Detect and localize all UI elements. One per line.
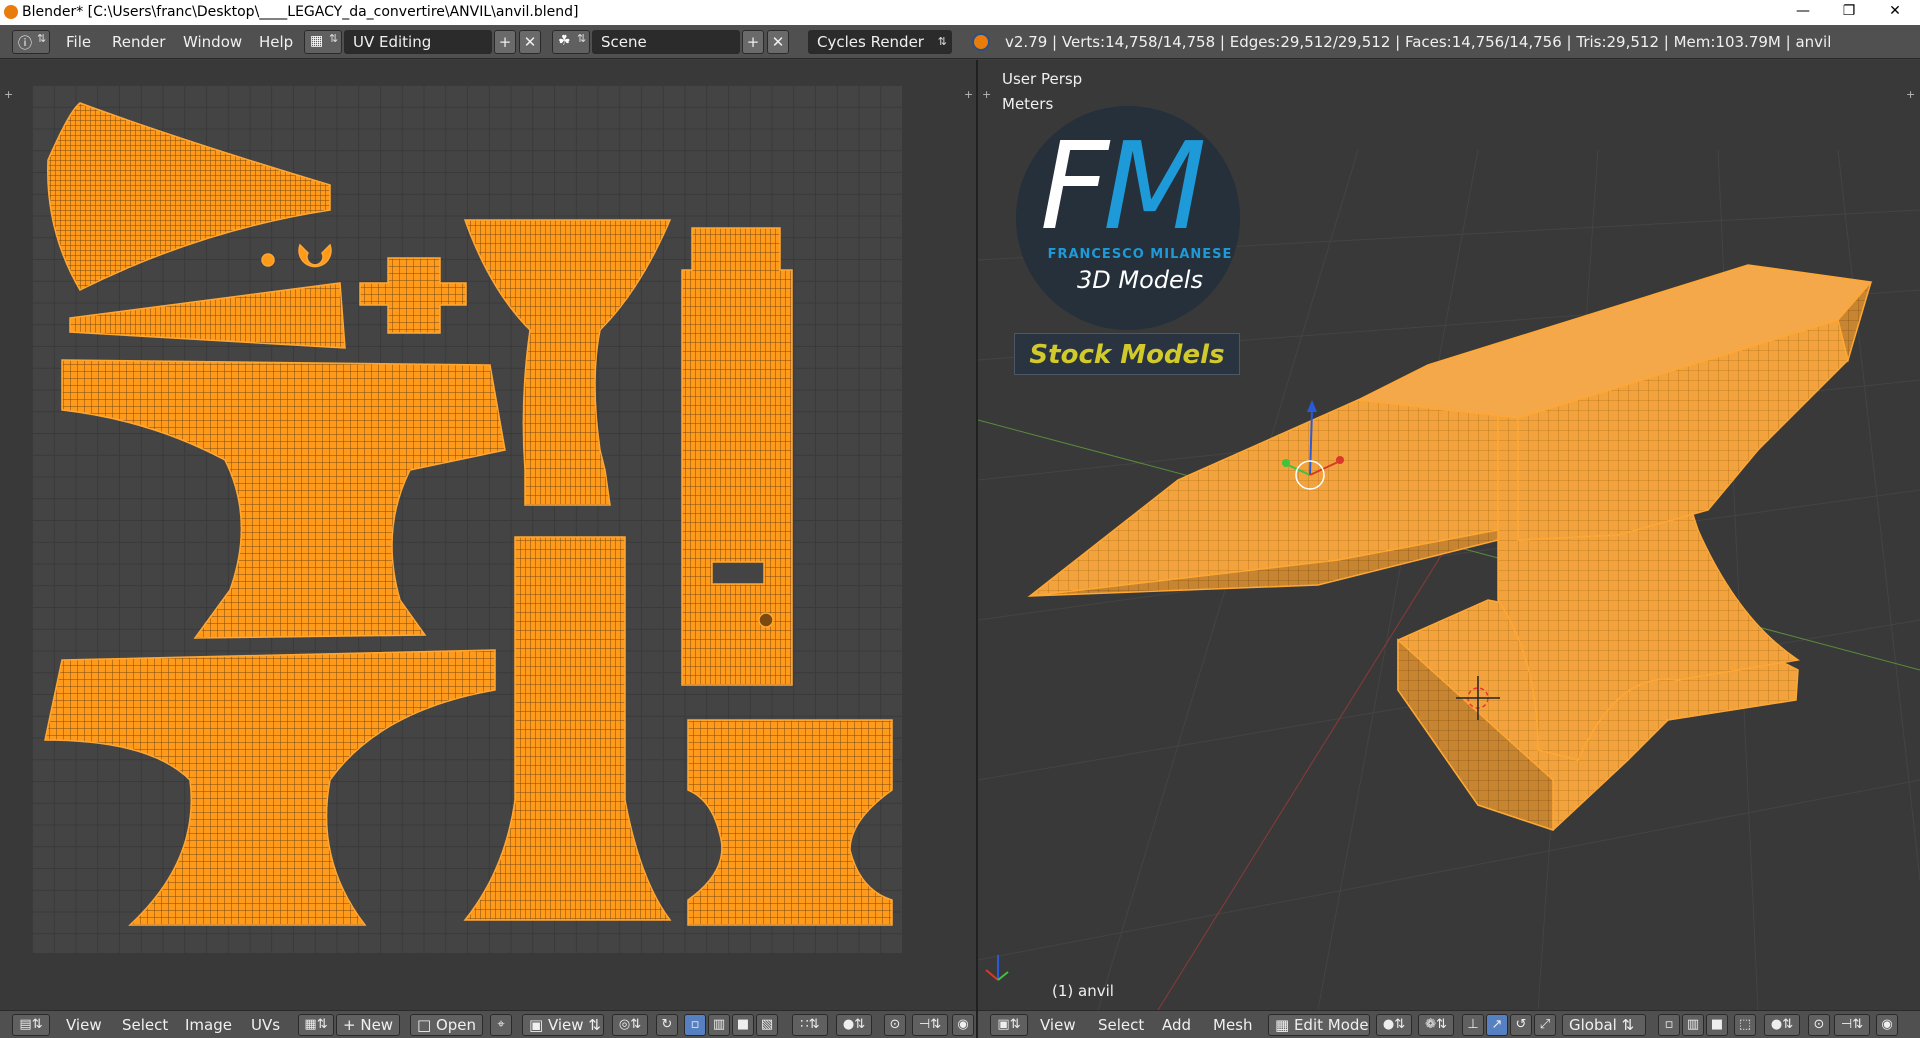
image-browse-icon: ▦⇅ — [304, 1017, 328, 1032]
uv-island-horn-strip — [69, 282, 346, 349]
interaction-mode-label: Edit Mode — [1293, 1016, 1369, 1034]
units-label: Meters — [1002, 95, 1054, 113]
island-select-icon[interactable]: ▧ — [756, 1014, 778, 1036]
uv-island-column-hole — [711, 561, 765, 585]
image-editor-icon: ▤⇅ — [19, 1017, 43, 1032]
minimize-icon[interactable]: — — [1780, 0, 1826, 25]
translate-manipulator-icon[interactable]: ↗ — [1486, 1014, 1508, 1036]
new-image-button[interactable]: + New — [336, 1014, 401, 1036]
restore-icon[interactable]: ❐ — [1826, 0, 1872, 25]
transform-orientation-select[interactable]: Global ⇅ — [1562, 1014, 1646, 1036]
active-object-label: (1) anvil — [1052, 982, 1114, 1000]
pivot-select-icon[interactable]: ◎⇅ — [612, 1014, 648, 1036]
pivot-point-icon[interactable]: ❁⇅ — [1418, 1014, 1454, 1036]
snap-toggle-icon[interactable]: ⊙ — [1808, 1014, 1830, 1036]
uv-menu-uvs[interactable]: UVs — [251, 1016, 280, 1034]
stock-models-text: Stock Models — [1029, 340, 1225, 370]
proportional-edit-icon[interactable]: ●⇅ — [836, 1014, 872, 1036]
uv-editor-header: ▤⇅ View Select Image UVs ▦⇅ + New □ Open… — [0, 1010, 976, 1038]
uv-island-ring — [298, 243, 332, 268]
render-preview-icon[interactable]: ◉ — [1876, 1014, 1898, 1036]
transform-orientation-label: Global — [1569, 1016, 1617, 1034]
pin-image-icon[interactable]: ⌖ — [490, 1014, 512, 1036]
uv-view-mode-label: View — [547, 1016, 584, 1034]
open-image-button[interactable]: □ Open — [410, 1014, 484, 1036]
fm-logo-subtitle: 3D Models — [1077, 266, 1203, 294]
uv-island-base-right — [687, 719, 893, 926]
uv-island-column-bolt — [758, 612, 774, 628]
fm-letter-f: F — [1040, 118, 1109, 257]
uv-island-small-block — [359, 257, 467, 334]
folder-icon: □ — [417, 1016, 436, 1034]
proportional-editing-icon[interactable]: ●⇅ — [1764, 1014, 1800, 1036]
sync-selection-icon[interactable]: ↻ — [656, 1014, 678, 1036]
vertex-select-mode-icon[interactable]: ▫ — [1658, 1014, 1680, 1036]
uv-menu-view[interactable]: View — [66, 1016, 102, 1034]
uv-view-mode-select[interactable]: ▣ View ⇅ — [522, 1014, 604, 1036]
uv-island-body-top — [61, 359, 506, 639]
uv-islands[interactable] — [0, 0, 976, 1010]
3d-menu-view[interactable]: View — [1040, 1016, 1076, 1034]
uv-island-column-lower — [463, 536, 672, 921]
viewport-shading-icon[interactable]: ●⇅ — [1376, 1014, 1412, 1036]
3d-menu-mesh[interactable]: Mesh — [1213, 1016, 1253, 1034]
3d-view-header: ▣⇅ View Select Add Mesh ▦ Edit Mode ●⇅ ❁… — [978, 1010, 1920, 1038]
view-name-label: User Persp — [1002, 70, 1083, 88]
cube-icon: ▣⇅ — [997, 1017, 1021, 1032]
scale-manipulator-icon[interactable]: ⤢ — [1534, 1014, 1556, 1036]
new-image-label: New — [360, 1016, 394, 1034]
updown-arrows-icon: ⇅ — [583, 1016, 601, 1034]
editor-type-image-button[interactable]: ▤⇅ — [12, 1014, 50, 1036]
edge-select-mode-icon[interactable]: ▥ — [1682, 1014, 1704, 1036]
manipulator-toggle-icon[interactable]: ⊥ — [1462, 1014, 1484, 1036]
face-select-mode-icon[interactable]: ■ — [1706, 1014, 1728, 1036]
snap-element-icon[interactable]: ⊣⇅ — [912, 1014, 948, 1036]
occlude-geometry-icon[interactable]: ⬚ — [1734, 1014, 1756, 1036]
open-image-label: Open — [435, 1016, 477, 1034]
fm-logo-name: FRANCESCO MILANESE — [1047, 247, 1233, 262]
uv-island-body-bottom — [44, 649, 496, 926]
3d-menu-add[interactable]: Add — [1162, 1016, 1191, 1034]
editor-type-3d-button[interactable]: ▣⇅ — [990, 1014, 1028, 1036]
vertex-select-icon[interactable]: ▫ — [684, 1014, 706, 1036]
updown-arrows-icon: ⇅ — [1616, 1016, 1635, 1034]
face-select-icon[interactable]: ■ — [732, 1014, 754, 1036]
uv-island-small-dot — [261, 253, 275, 267]
rotate-manipulator-icon[interactable]: ↺ — [1510, 1014, 1532, 1036]
snap-icon[interactable]: ⊙ — [884, 1014, 906, 1036]
plus-icon: + — [343, 1016, 361, 1034]
view-icon: ▣ — [529, 1016, 548, 1034]
fm-logo-letters: FM — [1040, 128, 1207, 248]
uv-island-column-right — [681, 227, 793, 686]
axis-widget-icon — [985, 955, 1009, 981]
uv-menu-select[interactable]: Select — [122, 1016, 168, 1034]
fm-letter-m: M — [1103, 118, 1207, 257]
uv-island-horn-fan — [47, 102, 331, 291]
render-slot-icon[interactable]: ◉ — [952, 1014, 974, 1036]
edit-mode-icon: ▦ — [1275, 1016, 1294, 1034]
snap-target-icon[interactable]: ⊣⇅ — [1834, 1014, 1870, 1036]
sticky-select-icon[interactable]: ∷⇅ — [792, 1014, 828, 1036]
uv-menu-image[interactable]: Image — [185, 1016, 232, 1034]
3d-menu-select[interactable]: Select — [1098, 1016, 1144, 1034]
interaction-mode-select[interactable]: ▦ Edit Mode — [1268, 1014, 1370, 1036]
browse-image-button[interactable]: ▦⇅ — [298, 1014, 334, 1036]
uv-island-column-flare — [463, 219, 672, 506]
scene-statistics: v2.79 | Verts:14,758/14,758 | Edges:29,5… — [1005, 33, 1832, 51]
close-icon[interactable]: ✕ — [1872, 0, 1918, 25]
edge-select-icon[interactable]: ▥ — [708, 1014, 730, 1036]
